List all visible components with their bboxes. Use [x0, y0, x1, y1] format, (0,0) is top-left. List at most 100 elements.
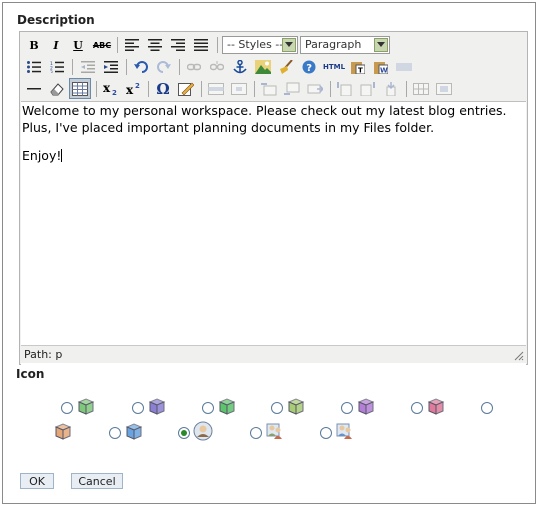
icon-option[interactable]: [61, 396, 121, 418]
numbered-list-button[interactable]: 123: [47, 57, 67, 77]
svg-text:T: T: [358, 67, 363, 75]
icon-radio[interactable]: [61, 402, 73, 414]
align-center-button[interactable]: [145, 35, 165, 55]
table-grid-icon: [72, 81, 88, 96]
bullet-list-button[interactable]: [24, 57, 44, 77]
anchor-icon: [233, 60, 247, 74]
special-char-button[interactable]: Ω: [153, 79, 173, 99]
icon-option[interactable]: [320, 421, 380, 443]
table-cell-props-button[interactable]: [229, 79, 249, 99]
anchor-button[interactable]: [230, 57, 250, 77]
align-left-button[interactable]: [122, 35, 142, 55]
icon-radio[interactable]: [202, 402, 214, 414]
paste-word-button[interactable]: W: [371, 57, 391, 77]
horizontal-rule-button[interactable]: [24, 79, 44, 99]
delete-row-icon: [307, 84, 323, 94]
icon-option[interactable]: [202, 396, 262, 418]
insert-col-after-button[interactable]: [358, 79, 378, 99]
visual-aid-button[interactable]: [69, 78, 91, 99]
omega-icon: Ω: [156, 80, 170, 98]
link-button[interactable]: [184, 57, 204, 77]
icon-radio[interactable]: [271, 402, 283, 414]
svg-text:W: W: [380, 67, 388, 75]
broom-icon: [280, 60, 293, 74]
icon-radio[interactable]: [411, 402, 423, 414]
insert-col-before-button[interactable]: [335, 79, 355, 99]
icon-option[interactable]: [271, 396, 331, 418]
icon-radio[interactable]: [132, 402, 144, 414]
toolbar-separator: [254, 81, 255, 97]
split-cells-button[interactable]: [411, 79, 431, 99]
bold-button[interactable]: B: [24, 35, 44, 55]
editor-content-area[interactable]: Welcome to my personal workspace. Please…: [21, 101, 526, 373]
icon-option[interactable]: [132, 396, 192, 418]
icon-radio[interactable]: [481, 402, 493, 414]
subscript-button[interactable]: x2: [101, 79, 121, 99]
insert-col-before-icon: [337, 82, 352, 96]
green-box-icon-2: [218, 398, 236, 415]
indent-button[interactable]: [101, 57, 121, 77]
toolbar-separator: [148, 81, 149, 97]
horizontal-rule-icon: [27, 88, 41, 90]
cancel-button[interactable]: Cancel: [71, 473, 123, 489]
icon-option[interactable]: [178, 421, 238, 443]
icon-radio[interactable]: [250, 427, 262, 439]
delete-row-button[interactable]: [305, 79, 325, 99]
image-button[interactable]: [253, 57, 273, 77]
resize-handle-icon[interactable]: [514, 351, 524, 361]
align-right-button[interactable]: [168, 35, 188, 55]
insert-col-after-icon: [360, 82, 375, 96]
split-cells-icon: [413, 83, 429, 95]
icon-option[interactable]: [109, 421, 169, 443]
icon-option[interactable]: [481, 396, 539, 418]
icon-radio[interactable]: [178, 427, 190, 439]
content-line-2: Plus, I've placed important planning doc…: [22, 120, 435, 135]
icon-radio[interactable]: [320, 427, 332, 439]
unlink-button[interactable]: [207, 57, 227, 77]
bullet-list-icon: [27, 61, 41, 73]
content-line-3: Enjoy!: [22, 148, 62, 163]
paste-text-button[interactable]: T: [348, 57, 368, 77]
content-line-3-wrap: Enjoy!: [22, 147, 526, 164]
icon-option[interactable]: [341, 396, 401, 418]
outdent-button[interactable]: [78, 57, 98, 77]
image-icon: [255, 60, 271, 74]
delete-col-button[interactable]: [381, 79, 401, 99]
table-row-props-button[interactable]: [206, 79, 226, 99]
justify-button[interactable]: [191, 35, 211, 55]
redo-button[interactable]: [154, 57, 174, 77]
cleanup-button[interactable]: [276, 57, 296, 77]
table-cell-icon: [231, 83, 247, 95]
ok-button[interactable]: OK: [20, 473, 54, 489]
toolbar-separator: [406, 81, 407, 97]
superscript-button[interactable]: x2: [124, 79, 144, 99]
toolbar-separator: [96, 81, 97, 97]
violet-box-icon: [357, 398, 375, 415]
paste-word-icon: W: [374, 62, 388, 75]
italic-button[interactable]: I: [46, 35, 66, 55]
undo-button[interactable]: [131, 57, 151, 77]
remove-format-button[interactable]: [47, 79, 67, 99]
svg-text:2: 2: [112, 89, 117, 96]
icon-option[interactable]: [250, 421, 310, 443]
pencil-icon: [178, 82, 194, 96]
strikethrough-button[interactable]: ABC: [92, 35, 112, 55]
group-globe-icon: [336, 423, 352, 439]
eraser-icon: [50, 83, 64, 96]
html-source-button[interactable]: HTML: [322, 57, 346, 77]
insert-row-before-button[interactable]: [259, 79, 279, 99]
styles-select[interactable]: -- Styles --: [222, 36, 298, 54]
edit-attributes-button[interactable]: [176, 79, 196, 99]
insert-row-after-button[interactable]: [282, 79, 302, 99]
icon-radio[interactable]: [109, 427, 121, 439]
svg-text:x: x: [103, 82, 111, 95]
icon-radio[interactable]: [341, 402, 353, 414]
underline-button[interactable]: U: [68, 35, 88, 55]
merge-cells-button[interactable]: [434, 79, 454, 99]
icon-option[interactable]: [411, 396, 471, 418]
format-select[interactable]: Paragraph: [300, 36, 390, 54]
chevron-down-icon: [282, 38, 296, 52]
help-button[interactable]: ?: [299, 57, 319, 77]
icon-option[interactable]: [53, 421, 113, 443]
select-all-button[interactable]: [394, 57, 414, 77]
